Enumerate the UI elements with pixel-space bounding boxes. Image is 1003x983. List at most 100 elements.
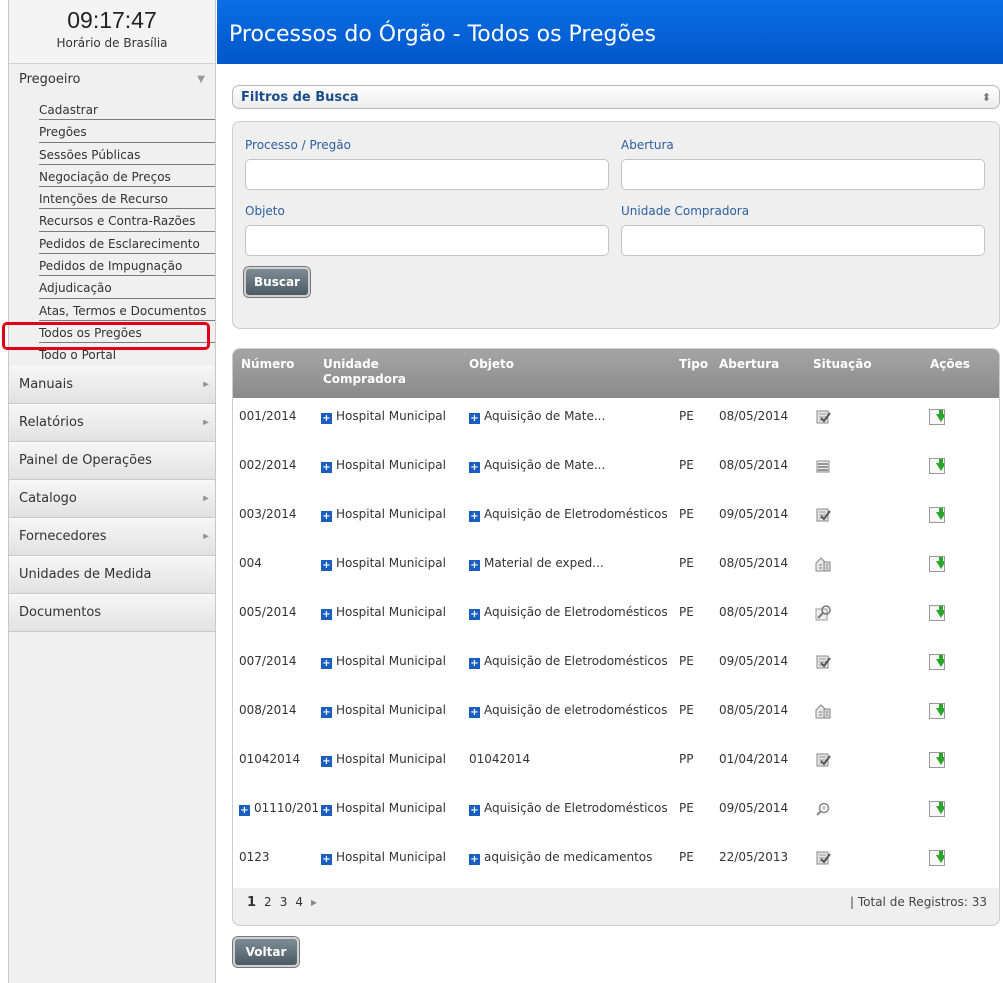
checklist-icon[interactable] (815, 507, 831, 523)
cell-objeto[interactable]: + Aquisição de Mate... (469, 409, 677, 424)
expand-plus-icon[interactable]: + (469, 707, 480, 718)
submenu-item-pedidos-de-esclarecimento[interactable]: Pedidos de Esclarecimento (39, 232, 215, 255)
menu-section-manuais[interactable]: Manuais ▸▸ (9, 365, 215, 404)
download-icon[interactable] (929, 801, 945, 817)
submenu-item-adjudicacao[interactable]: Adjudicação (39, 276, 215, 299)
page-link-1[interactable]: 1 (247, 895, 256, 910)
expand-plus-icon[interactable]: + (321, 805, 332, 816)
cell-objeto-text: Aquisição de Eletrodomésticos (484, 507, 668, 521)
cell-numero-text: 01110/201 (254, 801, 320, 815)
submenu-item-recursos-e-contra-razoes[interactable]: Recursos e Contra-Razões (39, 209, 215, 232)
download-icon[interactable] (929, 703, 945, 719)
cell-unidade[interactable]: + Hospital Municipal (321, 703, 461, 718)
expand-plus-icon[interactable]: + (321, 511, 332, 522)
cell-objeto[interactable]: + Material de exped... (469, 556, 677, 571)
cell-objeto[interactable]: + Aquisição de eletrodomésticos (469, 703, 677, 718)
submenu-item-pedidos-de-impugnacao[interactable]: Pedidos de Impugnação (39, 254, 215, 277)
expand-plus-icon[interactable]: + (469, 413, 480, 424)
menu-section-label: Documentos (19, 605, 102, 621)
menu-section-relatorios[interactable]: Relatórios ▸▸ (9, 403, 215, 442)
expand-plus-icon[interactable]: + (321, 413, 332, 424)
objeto-input[interactable] (245, 225, 609, 256)
cell-objeto[interactable]: + Aquisição de Eletrodomésticos (469, 654, 677, 669)
menu-section-painel-de-operacoes[interactable]: Painel de Operações (9, 441, 215, 480)
cell-objeto[interactable]: + Aquisição de Mate... (469, 458, 677, 473)
unidade-input[interactable] (621, 225, 985, 256)
cell-unidade[interactable]: + Hospital Municipal (321, 801, 461, 816)
collapse-toggle-icon[interactable]: ⬍ (982, 91, 991, 104)
download-icon[interactable] (929, 458, 945, 474)
cell-unidade[interactable]: + Hospital Municipal (321, 556, 461, 571)
submenu-item-atas-termos-e-documentos[interactable]: Atas, Termos e Documentos (39, 299, 215, 321)
menu-section-unidades-de-medida[interactable]: Unidades de Medida (9, 555, 215, 594)
download-icon[interactable] (929, 752, 945, 768)
download-icon[interactable] (929, 556, 945, 572)
building-icon[interactable] (815, 703, 831, 719)
expand-plus-icon[interactable]: + (469, 560, 480, 571)
download-icon[interactable] (929, 409, 945, 425)
building-icon[interactable] (815, 556, 831, 572)
expand-plus-icon[interactable]: + (321, 560, 332, 571)
submenu-item-sessoes-publicas[interactable]: Sessões Públicas (39, 143, 215, 165)
page-link-3[interactable]: 3 (280, 895, 288, 909)
expand-plus-icon[interactable]: + (321, 707, 332, 718)
menu-section-documentos[interactable]: Documentos (9, 593, 215, 632)
checklist-icon[interactable] (815, 850, 831, 866)
download-icon[interactable] (929, 850, 945, 866)
page-link-2[interactable]: 2 (264, 895, 272, 909)
submenu-item-intencoes-de-recurso[interactable]: Intenções de Recurso (39, 187, 215, 210)
processo-input[interactable] (245, 159, 609, 190)
processo-label: Processo / Pregão (245, 138, 351, 152)
cell-unidade[interactable]: + Hospital Municipal (321, 605, 461, 620)
cell-objeto[interactable]: + aquisição de medicamentos (469, 850, 677, 865)
expand-plus-icon[interactable]: + (321, 756, 332, 767)
expand-plus-icon[interactable]: + (321, 462, 332, 473)
expand-plus-icon[interactable]: + (469, 462, 480, 473)
gavel-icon[interactable] (815, 605, 831, 621)
expand-plus-icon[interactable]: + (469, 854, 480, 865)
cell-unidade[interactable]: + Hospital Municipal (321, 752, 461, 767)
download-icon[interactable] (929, 654, 945, 670)
cell-unidade-text: Hospital Municipal (336, 801, 446, 815)
cell-unidade[interactable]: + Hospital Municipal (321, 507, 461, 522)
checklist-icon[interactable] (815, 752, 831, 768)
cell-unidade[interactable]: + Hospital Municipal (321, 654, 461, 669)
checklist-icon[interactable] (815, 409, 831, 425)
cell-unidade[interactable]: + Hospital Municipal (321, 409, 461, 424)
clock: 09:17:47 Horário de Brasília (9, 0, 215, 64)
expand-plus-icon[interactable]: + (469, 658, 480, 669)
download-icon[interactable] (929, 507, 945, 523)
cell-numero[interactable]: +01110/201 (239, 801, 321, 816)
filter-toggle-bar[interactable]: Filtros de Busca ⬍ (232, 85, 1000, 109)
cell-unidade[interactable]: + Hospital Municipal (321, 458, 461, 473)
list-icon[interactable] (815, 458, 831, 474)
submenu-item-pregoes[interactable]: Pregões (39, 120, 215, 143)
expand-plus-icon[interactable]: + (321, 854, 332, 865)
menu-section-header-pregoeiro[interactable]: Pregoeiro ▼ (9, 64, 215, 94)
submenu-item-negociacao-de-precos[interactable]: Negociação de Preços (39, 165, 215, 188)
menu-section-catalogo[interactable]: Catalogo ▸▸ (9, 479, 215, 518)
cell-objeto[interactable]: + Aquisição de Eletrodomésticos (469, 605, 677, 620)
table-row: 0123 + Hospital Municipal + aquisição de med… (233, 839, 999, 888)
submenu-item-cadastrar[interactable]: Cadastrar (39, 98, 215, 121)
cell-numero: 007/2014 (239, 654, 319, 668)
expand-plus-icon[interactable]: + (321, 609, 332, 620)
cell-objeto[interactable]: + Aquisição de Eletrodomésticos (469, 507, 677, 522)
magnifier-icon[interactable] (815, 801, 831, 817)
expand-plus-icon[interactable]: + (469, 609, 480, 620)
menu-section-fornecedores[interactable]: Fornecedores ▸▸ (9, 517, 215, 556)
cell-unidade[interactable]: + Hospital Municipal (321, 850, 461, 865)
expand-plus-icon[interactable]: + (239, 805, 250, 816)
checklist-icon[interactable] (815, 654, 831, 670)
expand-plus-icon[interactable]: + (469, 805, 480, 816)
next-page-icon[interactable]: ▸ (311, 895, 317, 909)
page-link-4[interactable]: 4 (295, 895, 303, 909)
expand-plus-icon[interactable]: + (321, 658, 332, 669)
voltar-button[interactable]: Voltar (233, 937, 299, 967)
buscar-button[interactable]: Buscar (244, 267, 310, 297)
cell-objeto[interactable]: + Aquisição de Eletrodomésticos (469, 801, 677, 816)
expand-plus-icon[interactable]: + (469, 511, 480, 522)
menu-section-label: Fornecedores (19, 529, 107, 545)
download-icon[interactable] (929, 605, 945, 621)
abertura-input[interactable] (621, 159, 985, 190)
